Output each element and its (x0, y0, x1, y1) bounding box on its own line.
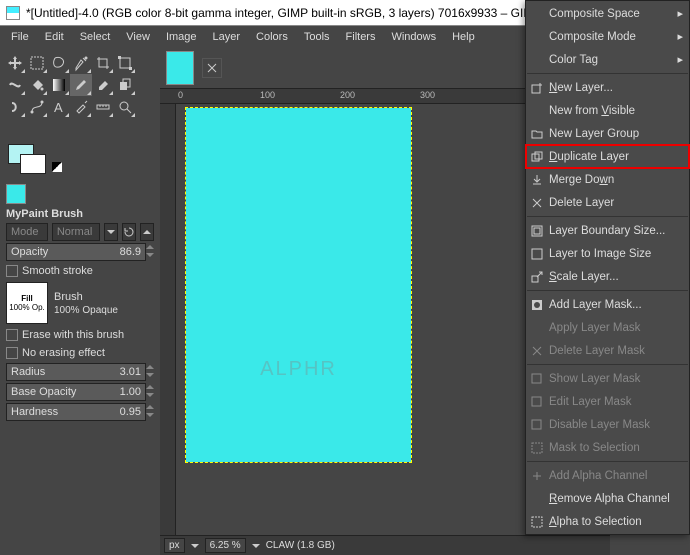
menu-new-layer[interactable]: New Layer... (526, 76, 689, 99)
mode-select[interactable]: Normal (52, 223, 100, 241)
menu-layer-to-image-size[interactable]: Layer to Image Size (526, 242, 689, 265)
tool-rect-select[interactable] (26, 52, 48, 74)
smooth-stroke-label: Smooth stroke (22, 265, 93, 277)
hardness-slider[interactable]: Hardness0.95 (6, 403, 146, 421)
ruler-vertical (160, 104, 176, 535)
canvas[interactable]: ALPHR (186, 108, 411, 462)
menu-composite-mode[interactable]: Composite Mode▸ (526, 25, 689, 48)
menu-help[interactable]: Help (445, 29, 482, 45)
radius-stepper[interactable] (146, 365, 154, 380)
tool-move[interactable] (4, 52, 26, 74)
erase-label: Erase with this brush (22, 329, 124, 341)
smooth-stroke-checkbox[interactable] (6, 265, 18, 277)
brush-preview[interactable]: Fill 100% Op. (6, 282, 48, 324)
menu-delete-layer[interactable]: Delete Layer (526, 191, 689, 214)
noerase-label: No erasing effect (22, 347, 105, 359)
hardness-stepper[interactable] (146, 405, 154, 420)
close-tab-icon[interactable] (202, 58, 222, 78)
menu-view[interactable]: View (119, 29, 157, 45)
background-color[interactable] (20, 154, 46, 174)
menu-color-tag[interactable]: Color Tag▸ (526, 48, 689, 71)
watermark: ALPHR (260, 358, 337, 381)
menu-image[interactable]: Image (159, 29, 204, 45)
tool-free-select[interactable] (48, 52, 70, 74)
tool-bucket[interactable] (26, 74, 48, 96)
menu-composite-space[interactable]: Composite Space▸ (526, 2, 689, 25)
default-colors-icon[interactable] (52, 162, 62, 172)
base-opacity-slider[interactable]: Base Opacity1.00 (6, 383, 146, 401)
menu-select[interactable]: Select (73, 29, 118, 45)
tool-eraser[interactable] (92, 74, 114, 96)
menu-scale-layer[interactable]: Scale Layer... (526, 265, 689, 288)
menu-alpha-to-selection[interactable]: Alpha to Selection (526, 510, 689, 533)
mode-field: Mode (6, 223, 48, 241)
menu-filters[interactable]: Filters (339, 29, 383, 45)
menu-delete-layer-mask: Delete Layer Mask (526, 339, 689, 362)
reset-icon[interactable] (122, 223, 136, 241)
menu-new-layer-group[interactable]: New Layer Group (526, 122, 689, 145)
menu-colors[interactable]: Colors (249, 29, 295, 45)
chevron-down-icon[interactable] (191, 542, 199, 550)
svg-text:A: A (54, 100, 63, 115)
left-panel: A MyPaint Brush Mode Normal Opacity 86.9 (0, 48, 160, 555)
opacity-stepper[interactable] (146, 245, 154, 260)
opacity-value: 86.9 (120, 246, 141, 258)
tool-crop[interactable] (92, 52, 114, 74)
menu-edit[interactable]: Edit (38, 29, 71, 45)
tool-path[interactable] (26, 96, 48, 118)
chevron-down-icon[interactable] (252, 542, 260, 550)
baseop-stepper[interactable] (146, 385, 154, 400)
unit-select[interactable]: px (164, 538, 185, 553)
menu-remove-alpha[interactable]: Remove Alpha Channel (526, 487, 689, 510)
menu-new-from-visible[interactable]: New from Visible (526, 99, 689, 122)
tool-options-title: MyPaint Brush (0, 206, 160, 222)
options-menu-icon[interactable] (140, 223, 154, 241)
tool-fuzzy-select[interactable] (70, 52, 92, 74)
menu-duplicate-layer[interactable]: Duplicate Layer (526, 145, 689, 168)
tool-measure[interactable] (92, 96, 114, 118)
tool-clone[interactable] (114, 74, 136, 96)
tool-smudge[interactable] (4, 96, 26, 118)
brush-label: Brush (54, 291, 118, 303)
tool-gradient[interactable] (48, 74, 70, 96)
menu-add-layer-mask[interactable]: Add Layer Mask... (526, 293, 689, 316)
menu-edit-layer-mask: Edit Layer Mask (526, 390, 689, 413)
toolbox: A (0, 48, 160, 142)
menu-tools[interactable]: Tools (297, 29, 337, 45)
status-bar: px 6.25 % CLAW (1.8 GB) (160, 535, 610, 555)
radius-slider[interactable]: Radius3.01 (6, 363, 146, 381)
tool-zoom[interactable] (114, 96, 136, 118)
opacity-slider[interactable]: Opacity 86.9 (6, 243, 146, 261)
menu-show-layer-mask: Show Layer Mask (526, 367, 689, 390)
menu-mask-to-selection: Mask to Selection (526, 436, 689, 459)
color-swatches[interactable] (0, 142, 160, 182)
layer-context-menu: Composite Space▸ Composite Mode▸ Color T… (525, 0, 690, 535)
mode-dropdown-icon[interactable] (104, 223, 118, 241)
image-thumbnail[interactable] (6, 184, 26, 204)
status-info: CLAW (1.8 GB) (266, 540, 335, 551)
noerase-checkbox[interactable] (6, 347, 18, 359)
erase-checkbox[interactable] (6, 329, 18, 341)
document-tab[interactable] (166, 51, 194, 85)
menu-windows[interactable]: Windows (384, 29, 443, 45)
tool-color-picker[interactable] (70, 96, 92, 118)
zoom-field[interactable]: 6.25 % (205, 538, 246, 553)
tool-warp[interactable] (4, 74, 26, 96)
menu-add-alpha: Add Alpha Channel (526, 464, 689, 487)
document-icon (6, 6, 20, 20)
menu-file[interactable]: File (4, 29, 36, 45)
tool-paintbrush[interactable] (70, 74, 92, 96)
tool-transform[interactable] (114, 52, 136, 74)
menu-merge-down[interactable]: Merge Down (526, 168, 689, 191)
menu-layer[interactable]: Layer (206, 29, 248, 45)
tool-text[interactable]: A (48, 96, 70, 118)
menu-layer-boundary[interactable]: Layer Boundary Size... (526, 219, 689, 242)
window-title: *[Untitled]-4.0 (RGB color 8-bit gamma i… (26, 6, 541, 20)
menu-disable-layer-mask: Disable Layer Mask (526, 413, 689, 436)
opacity-label: Opacity (11, 246, 48, 258)
brush-opaque-label: 100% Opaque (54, 305, 118, 316)
menu-apply-layer-mask: Apply Layer Mask (526, 316, 689, 339)
